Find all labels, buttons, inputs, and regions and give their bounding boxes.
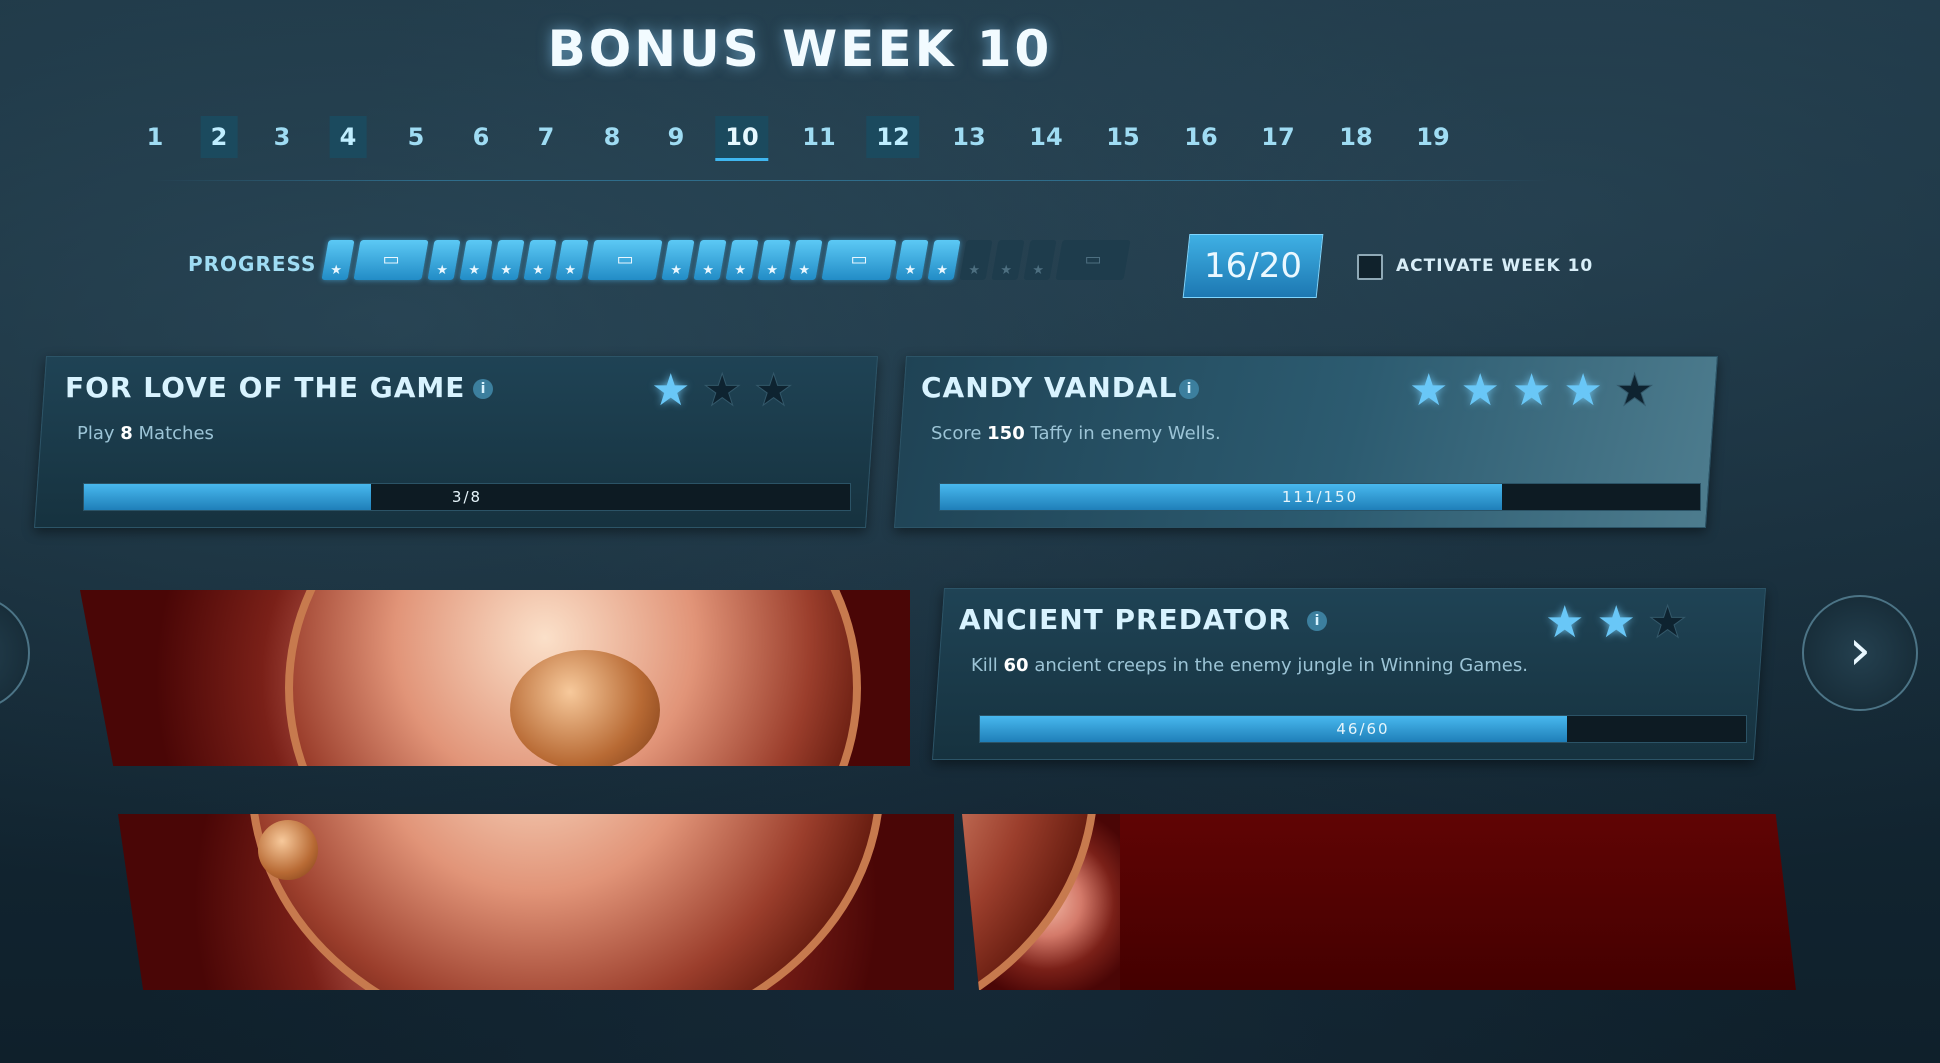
week-tab-12[interactable]: 12 [866,116,920,158]
divider [150,180,1550,181]
star-icon: ★ [753,365,794,417]
star-icon: ★ [1545,597,1585,648]
aegis-artwork-edge [962,814,1132,990]
star-icon: ★ [491,240,525,280]
star-icon: ★ [427,240,461,280]
week-tab-16[interactable]: 16 [1174,116,1227,158]
star-icon: ★ [1460,365,1500,416]
star-icon: ★ [651,365,691,416]
star-icon: ★ [555,240,589,280]
quest-description: Score 150 Taffy in enemy Wells. [931,423,1221,444]
chest-icon: ▭ [353,240,429,280]
activate-week-checkbox[interactable] [1357,254,1383,280]
quest-progress-text: 111/150 [1281,488,1359,506]
star-icon: ★ [959,240,993,280]
page-title: BONUS WEEK 10 [547,20,1053,78]
star-icon: ★ [895,240,929,280]
star-icon: ★ [1614,365,1655,417]
star-icon: ★ [789,240,823,280]
info-icon[interactable]: i [1179,379,1199,399]
star-icon: ★ [1023,240,1057,280]
week-tab-17[interactable]: 17 [1251,116,1304,158]
progress-track: ★ ▭ ★ ★ ★ ★ ★ ▭ ★ ★ ★ ★ ★ ▭ ★ ★ ★ ★ ★ ▭ [321,240,1165,282]
progress-label: PROGRESS [188,252,317,276]
quest-stars: ★ ★ ★ [651,365,794,417]
week-tab-10[interactable]: 10 [715,116,769,161]
week-selector: 1 2 3 4 5 6 7 8 9 10 11 12 13 14 15 16 17 18 19 [130,116,1550,161]
week-tab-1[interactable]: 1 [137,116,174,158]
chevron-right-icon: › [1848,618,1872,683]
empty-quest-slot [1120,814,1796,990]
quest-title: CANDY VANDAL [921,371,1178,404]
week-tab-14[interactable]: 14 [1019,116,1072,158]
previous-page-button[interactable] [0,595,30,711]
quest-card-2[interactable]: CANDY VANDAL i Score 150 Taffy in enemy … [893,356,1719,528]
week-tab-2[interactable]: 2 [200,116,238,158]
week-tab-5[interactable]: 5 [398,116,435,158]
week-tab-18[interactable]: 18 [1329,116,1382,158]
week-tab-7[interactable]: 7 [528,116,565,158]
quest-progress-text: 46/60 [1336,720,1390,738]
week-tab-13[interactable]: 13 [942,116,995,158]
quest-stars: ★ ★ ★ [1545,597,1688,649]
quest-card-3[interactable]: ANCIENT PREDATOR i Kill 60 ancient creep… [931,588,1767,760]
next-page-button[interactable]: › [1802,595,1918,711]
star-icon: ★ [459,240,493,280]
star-icon: ★ [321,240,355,280]
progress-count-text: 16/20 [1204,246,1302,286]
chest-icon: ▭ [587,240,663,280]
quest-title: ANCIENT PREDATOR [959,603,1291,636]
quest-progress-bar: 3/8 [83,483,851,511]
star-icon: ★ [702,365,742,417]
star-icon: ★ [661,240,695,280]
quest-card-1[interactable]: FOR LOVE OF THE GAME i Play 8 Matches ★ ★… [33,356,879,528]
star-icon: ★ [757,240,791,280]
info-icon[interactable]: i [473,379,493,399]
star-icon: ★ [523,240,557,280]
week-tab-19[interactable]: 19 [1406,116,1459,158]
week-tab-11[interactable]: 11 [792,116,845,158]
week-tab-8[interactable]: 8 [594,116,631,158]
week-tab-6[interactable]: 6 [463,116,500,158]
quest-progress-bar: 46/60 [979,715,1747,743]
activate-week-label: ACTIVATE WEEK 10 [1396,256,1594,276]
star-icon: ★ [1563,365,1603,416]
quest-title: FOR LOVE OF THE GAME [65,371,466,404]
aegis-artwork-top [80,590,910,766]
quest-stars: ★ ★ ★ ★ ★ [1409,365,1655,417]
progress-count: 16/20 [1182,234,1324,298]
star-icon: ★ [1511,365,1552,416]
week-tab-9[interactable]: 9 [658,116,695,158]
chest-icon: ▭ [821,240,897,280]
week-tab-3[interactable]: 3 [264,116,301,158]
quest-progress-text: 3/8 [451,488,483,506]
star-icon: ★ [927,240,961,280]
star-icon: ★ [1647,597,1688,649]
star-icon: ★ [1596,597,1636,648]
quest-description: Play 8 Matches [77,423,214,444]
star-icon: ★ [1409,365,1449,416]
week-tab-4[interactable]: 4 [329,116,367,158]
star-icon: ★ [693,240,727,280]
quest-progress-bar: 111/150 [939,483,1701,511]
star-icon: ★ [991,240,1025,280]
chest-icon: ▭ [1055,240,1131,280]
week-tab-15[interactable]: 15 [1096,116,1149,158]
aegis-artwork-bottom [118,814,954,990]
quest-description: Kill 60 ancient creeps in the enemy jung… [971,655,1528,676]
info-icon[interactable]: i [1307,611,1327,631]
star-icon: ★ [725,240,759,280]
